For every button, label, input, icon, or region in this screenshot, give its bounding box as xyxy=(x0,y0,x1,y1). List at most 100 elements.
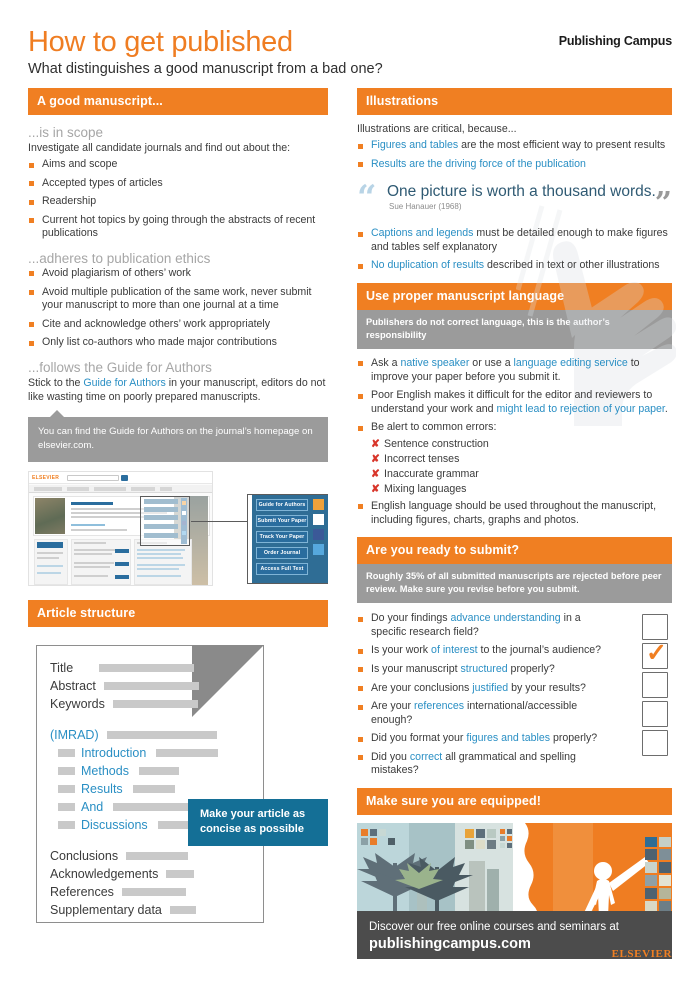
list-item-label: Did you format your xyxy=(371,732,467,745)
mock-selection-rectangle xyxy=(140,495,190,546)
square-bullet-icon xyxy=(29,199,34,205)
square-bullet-icon xyxy=(358,393,363,399)
list-item: Only list co-authors who made major cont… xyxy=(28,336,328,350)
placeholder-bar xyxy=(138,766,179,775)
illustrations-lead: Illustrations are critical, because... xyxy=(357,123,517,135)
doc-row-label: Discussions xyxy=(81,817,148,832)
cross-icon: ✘ xyxy=(371,452,380,465)
mock-text-line xyxy=(137,563,185,566)
mock-text-line xyxy=(74,565,110,568)
checkbox-3[interactable] xyxy=(642,672,668,699)
doc-row-methods: Methods xyxy=(50,762,250,780)
mock-card-button[interactable] xyxy=(115,574,129,579)
mock-callout-connector xyxy=(191,520,248,522)
illustrations-list: Figures and tables are the most efficien… xyxy=(357,139,672,171)
checkbox-2[interactable]: ✓ xyxy=(642,641,668,670)
checkbox-1[interactable] xyxy=(642,614,668,641)
doc-row-keywords: Keywords xyxy=(50,695,250,713)
placeholder-bar xyxy=(166,869,195,878)
scope-lead: Investigate all candidate journals and f… xyxy=(28,142,291,154)
list-item-label: Readership xyxy=(42,195,97,208)
mock-hero-image xyxy=(35,497,65,534)
list-item-label: Avoid multiple publication of the same w… xyxy=(42,285,312,312)
list-item-label: are the driving force of the publication xyxy=(406,157,586,170)
square-bullet-icon xyxy=(358,361,363,367)
indent-marker xyxy=(58,820,75,829)
square-bullet-icon xyxy=(358,143,363,149)
mock-text-line xyxy=(137,548,185,551)
list-item: Cite and acknowledge others’ work approp… xyxy=(28,318,328,332)
list-item-label: Did you xyxy=(371,750,410,763)
placeholder-bar xyxy=(106,730,217,739)
list-item: Be alert to common errors: xyxy=(357,421,672,435)
cross-icon: ✘ xyxy=(371,482,380,495)
list-item: ✘ Sentence construction xyxy=(371,437,672,451)
mock-text-line xyxy=(137,574,181,577)
placeholder-bar xyxy=(99,663,195,672)
doc-row-conclusions: Conclusions xyxy=(50,847,250,865)
mock-search-button[interactable] xyxy=(121,474,128,481)
mock-text-line xyxy=(74,552,112,555)
doc-row-label: Title xyxy=(50,660,74,675)
indent-marker xyxy=(58,766,75,775)
list-item-label: properly? xyxy=(550,732,598,745)
checkbox-4[interactable] xyxy=(642,701,668,728)
list-item-highlight: native speaker xyxy=(400,356,470,369)
list-item: Is your work of interest to the journal’… xyxy=(357,644,609,658)
placeholder-bar xyxy=(112,699,198,708)
list-item-label: Mixing languages xyxy=(384,482,467,495)
subheading-is-in-scope: ...is in scope xyxy=(28,125,104,140)
mock-search-input[interactable] xyxy=(67,474,119,481)
list-item-label: Be alert to common errors: xyxy=(371,421,497,434)
mock-nav-tab[interactable] xyxy=(34,486,62,491)
list-item-highlight: correct xyxy=(409,750,443,763)
submission-checklist: Do your findings advance understanding i… xyxy=(357,612,672,778)
section-header-good-manuscript: A good manuscript... xyxy=(28,88,328,115)
mock-text-line xyxy=(137,552,181,555)
list-item: Are your references international/access… xyxy=(357,700,609,727)
guide-lead-pre: Stick to the xyxy=(28,376,84,389)
square-bullet-icon xyxy=(29,340,34,346)
mock-nav-tab[interactable] xyxy=(160,486,172,491)
doc-row-label: Supplementary data xyxy=(50,902,162,917)
guide-for-authors-link[interactable]: Guide for Authors xyxy=(83,377,165,389)
section-header-ready-to-submit: Are you ready to submit? xyxy=(357,537,672,565)
list-item-highlight: references xyxy=(413,700,465,713)
square-bullet-icon xyxy=(358,263,363,269)
square-bullet-icon xyxy=(29,162,34,168)
mock-nav-tab[interactable] xyxy=(94,486,126,491)
right-column: Illustrations Illustrations are critical… xyxy=(357,88,676,960)
mock-nav-tab[interactable] xyxy=(67,486,89,491)
square-bullet-icon xyxy=(358,616,363,622)
mock-text-line xyxy=(74,574,108,577)
quote-attribution: Sue Hanauer (1968) xyxy=(389,202,462,212)
doc-row-label: Keywords xyxy=(50,696,105,711)
section-header-illustrations: Illustrations xyxy=(357,88,672,115)
list-item-label: described in text or other illustrations xyxy=(484,259,660,272)
cross-icon: ✘ xyxy=(371,437,380,450)
doc-row-label: And xyxy=(81,799,104,814)
mock-card-button[interactable] xyxy=(115,548,129,553)
list-item: Poor English makes it difficult for the … xyxy=(357,389,672,416)
list-item-label: Sentence construction xyxy=(384,437,489,450)
quote-text: One picture is worth a thousand words. xyxy=(387,183,656,201)
scope-list: Aims and scope Accepted types of article… xyxy=(28,158,328,241)
list-item-highlight: advance understanding xyxy=(450,612,561,625)
guide-callout-text: You can find the Guide for Authors on th… xyxy=(38,425,313,451)
section-header-equipped: Make sure you are equipped! xyxy=(357,788,672,816)
list-item: Ask a native speaker or use a language e… xyxy=(357,357,672,384)
language-list-2: English language should be used througho… xyxy=(357,500,672,527)
doc-row-label: Acknowledgements xyxy=(50,866,159,881)
mock-nav-tab[interactable] xyxy=(131,486,155,491)
publishing-campus-banner[interactable]: Discover our free online courses and sem… xyxy=(357,823,672,960)
list-item-label: Do your findings xyxy=(371,612,451,625)
list-item-label: or use a xyxy=(469,356,514,369)
square-bullet-icon xyxy=(358,648,363,654)
doc-row-label: Results xyxy=(81,781,123,796)
square-bullet-icon xyxy=(29,271,34,277)
language-list: Ask a native speaker or use a language e… xyxy=(357,357,672,435)
language-subbar: Publishers do not correct language, this… xyxy=(357,309,672,349)
checkbox-5[interactable] xyxy=(642,730,668,757)
list-item-highlight: Results xyxy=(371,157,407,170)
mock-card-button[interactable] xyxy=(115,561,129,566)
